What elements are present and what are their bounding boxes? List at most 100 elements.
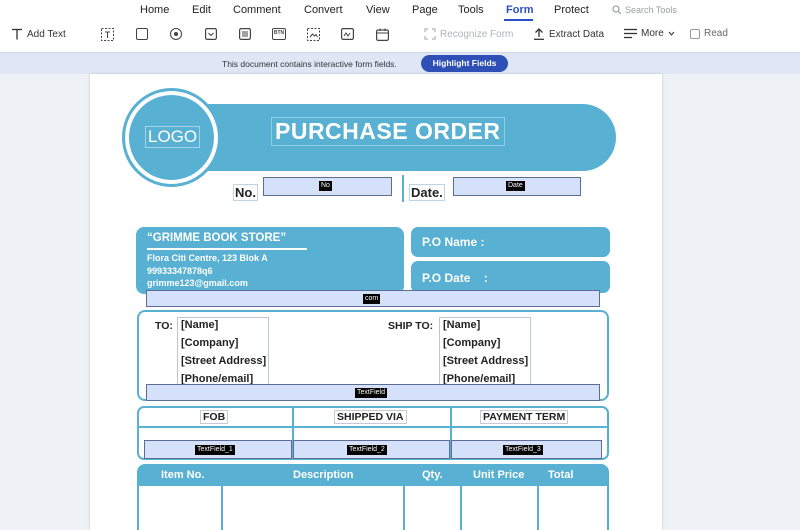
search-tools-label: Search Tools [625,5,677,15]
items-col-divider-4 [537,484,539,530]
store-email: grimme123@gmail.com [147,278,248,288]
text-field-icon [101,28,114,41]
recognize-form-label: Recognize Form [440,28,514,40]
search-tools[interactable]: Search Tools [612,5,677,15]
date-field[interactable]: Date [453,177,581,196]
store-address: Flora Citi Centre, 123 Blok A [147,253,268,263]
checkbox-icon [136,28,148,40]
menu-protect[interactable]: Protect [554,4,589,16]
col-item-no: Item No. [161,469,205,481]
active-tab-indicator [504,19,533,21]
recognize-form-button[interactable]: Recognize Form [424,28,513,40]
menu-edit[interactable]: Edit [192,4,211,16]
store-name-underline [147,248,307,250]
logo-placeholder: LOGO [145,126,201,148]
menu-tools[interactable]: Tools [458,4,484,16]
to-label: TO: [155,320,173,332]
payment-term-textfield-tag: TextField_3 [503,445,543,455]
button-tool[interactable]: BTN [272,28,286,40]
recognize-icon [424,28,436,40]
items-col-divider-3 [460,484,462,530]
radio-tool[interactable] [170,28,182,40]
read-toggle[interactable]: Read [690,28,728,39]
button-icon: BTN [272,28,286,40]
list-box-icon [239,28,251,40]
col-qty: Qty. [422,469,443,481]
add-text-button[interactable]: Add Text [11,28,66,40]
col-description: Description [293,469,354,481]
items-table-header [137,464,609,486]
shipped-via-header: SHIPPED VIA [334,410,407,424]
signature-field-tool[interactable] [341,28,354,40]
image-field-tool[interactable] [307,28,320,41]
items-col-divider-1 [221,484,223,530]
date-field-tool[interactable] [376,28,389,41]
no-field[interactable]: No [263,177,392,196]
chevron-down-icon [668,31,675,36]
extract-data-label: Extract Data [549,28,605,40]
shipped-via-textfield-tag: TextField_2 [347,445,387,455]
fob-textfield-tag: TextField_1 [195,445,235,455]
text-field-tool[interactable] [101,28,114,41]
radio-icon [170,28,182,40]
to-street: [Street Address] [181,355,267,367]
menu-comment[interactable]: Comment [233,4,281,16]
po-name-label: P.O Name : [422,235,485,249]
menu-view[interactable]: View [366,4,390,16]
menu-page[interactable]: Page [412,4,438,16]
form-toolbar: Add Text BTN Recognize Form Extract Data… [0,22,800,50]
fob-header: FOB [200,410,229,424]
extract-data-button[interactable]: Extract Data [533,28,604,40]
banner-message: This document contains interactive form … [222,59,397,69]
ship-to-label: SHIP TO: [388,320,434,332]
store-phone: 99933347878q6 [147,266,213,276]
text-icon [12,28,22,40]
shipped-via-textfield[interactable]: TextField_2 [293,440,450,459]
col-total: Total [548,469,574,481]
more-label: More [641,28,664,39]
upload-icon [534,28,544,40]
document-title: PURCHASE ORDER [271,117,505,146]
address-textfield[interactable]: TextField [146,384,600,401]
items-col-divider-2 [403,484,405,530]
highlight-fields-button[interactable]: Highlight Fields [421,55,508,72]
read-label: Read [704,28,728,39]
address-textfield-tag: TextField [355,388,388,398]
menu-form[interactable]: Form [506,4,534,16]
no-field-tag: No [319,181,332,191]
ship-street: [Street Address] [443,355,529,367]
image-field-icon [307,28,320,41]
po-date-label: P.O Date : [422,271,488,285]
payment-term-textfield[interactable]: TextField_3 [451,440,602,459]
signature-field-icon [341,28,354,40]
com-field[interactable]: com [146,290,600,307]
fob-textfield[interactable]: TextField_1 [144,440,292,459]
more-button[interactable]: More [624,28,675,39]
search-icon [612,5,622,15]
ship-name: [Name] [443,319,481,331]
date-label: Date. [409,184,445,201]
more-list-icon [624,28,637,39]
dropdown-tool[interactable] [205,28,217,40]
date-field-tag: Date [506,181,525,191]
calendar-icon [376,28,389,41]
com-field-tag: com [363,294,381,304]
menu-bar: Home Edit Comment Convert View Page Tool… [0,0,800,22]
list-box-tool[interactable] [239,28,251,40]
dropdown-icon [205,28,217,40]
checkbox-tool[interactable] [136,28,148,40]
form-fields-banner: This document contains interactive form … [0,52,800,74]
no-label: No. [233,184,258,201]
store-name: “GRIMME BOOK STORE” [147,232,287,244]
read-checkbox[interactable] [690,28,700,39]
fob-header-line [137,426,609,428]
ship-company: [Company] [443,337,501,349]
add-text-label: Add Text [27,28,66,40]
to-company: [Company] [181,337,239,349]
col-unit-price: Unit Price [473,469,525,481]
header-divider [402,175,404,202]
to-name: [Name] [181,319,219,331]
menu-home[interactable]: Home [140,4,169,16]
menu-convert[interactable]: Convert [304,4,343,16]
payment-term-header: PAYMENT TERM [480,410,569,424]
